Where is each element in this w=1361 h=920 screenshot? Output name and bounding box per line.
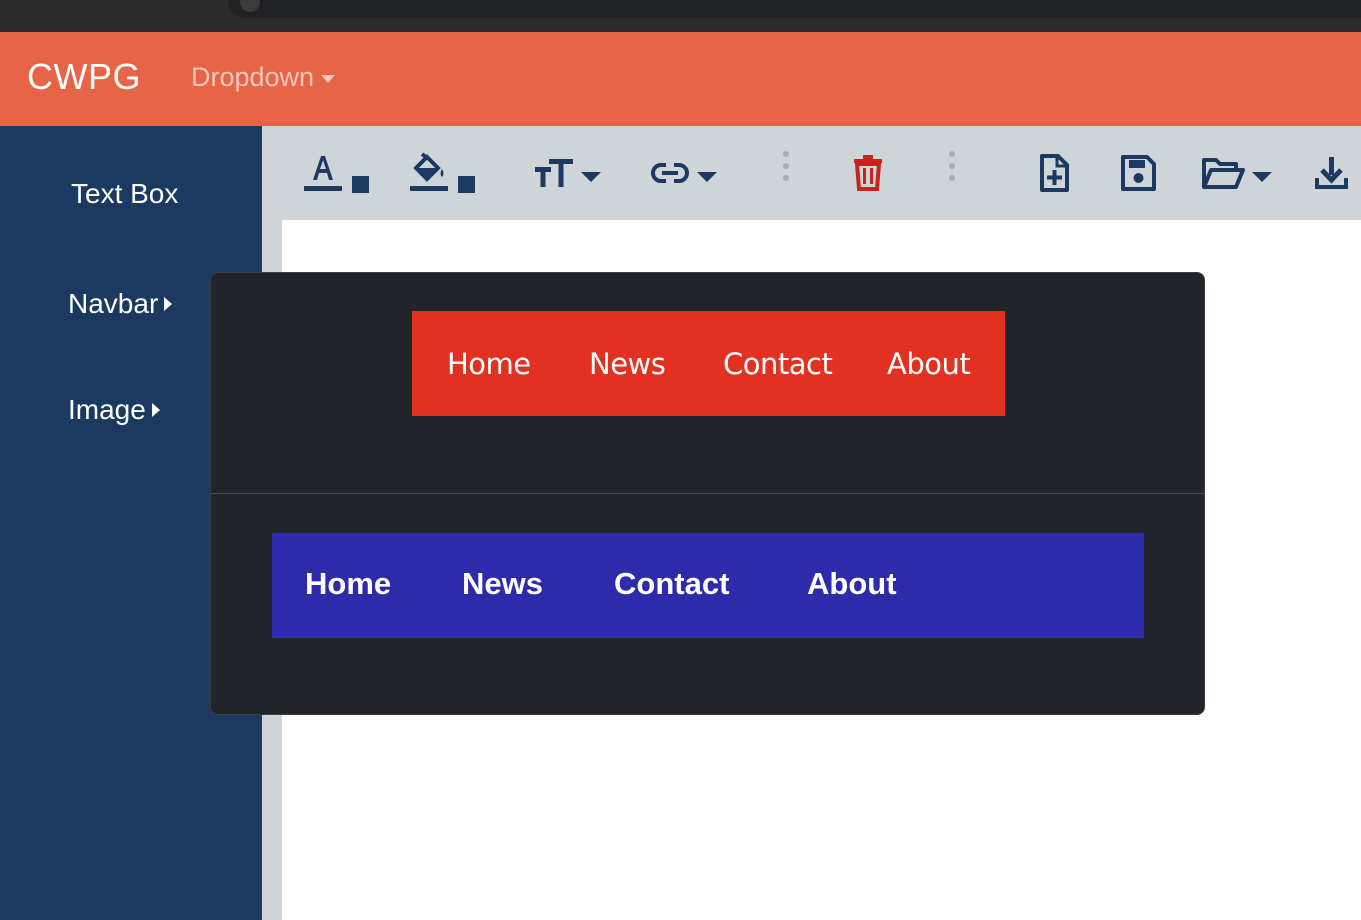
sidebar-item-label: Text Box [71, 178, 179, 209]
navbar-options-popup: Home News Contact About Home News Contac… [210, 272, 1205, 715]
open-folder-button[interactable] [1200, 146, 1272, 200]
nav-link-about: About [807, 566, 897, 601]
text-color-button[interactable] [302, 146, 369, 200]
nav-link-news: News [462, 566, 543, 601]
nav-link-home: Home [447, 347, 531, 381]
download-button[interactable] [1312, 146, 1352, 200]
caret-down-icon [1252, 172, 1272, 182]
nav-link-news: News [589, 347, 666, 381]
link-button[interactable] [649, 146, 717, 200]
save-icon [1121, 155, 1156, 191]
new-file-icon [1040, 154, 1069, 192]
color-swatch[interactable] [458, 175, 475, 193]
top-navbar: CWPG Dropdown [0, 32, 1361, 126]
open-folder-icon [1202, 158, 1245, 189]
brand-logo[interactable]: CWPG [27, 56, 141, 98]
caret-down-icon [321, 74, 336, 83]
caret-down-icon [581, 172, 601, 182]
toolbar-separator [783, 148, 789, 188]
fill-color-icon [410, 152, 448, 191]
font-size-button[interactable] [533, 146, 601, 200]
nav-link-contact: Contact [723, 347, 833, 381]
caret-right-icon [151, 403, 160, 417]
address-bar[interactable] [228, 0, 1361, 18]
navbar-option-blue[interactable]: Home News Contact About [272, 533, 1144, 638]
caret-down-icon [697, 172, 717, 182]
text-color-icon [304, 156, 342, 191]
browser-chrome [0, 0, 1361, 32]
dropdown-menu-toggle[interactable]: Dropdown [191, 62, 336, 93]
delete-icon [854, 155, 882, 191]
popup-divider [211, 493, 1204, 494]
font-size-icon [535, 159, 573, 187]
profile-icon[interactable] [240, 0, 260, 12]
link-icon [651, 163, 689, 183]
caret-right-icon [164, 297, 173, 311]
navbar-option-red[interactable]: Home News Contact About [412, 311, 1005, 416]
delete-button[interactable] [850, 146, 886, 200]
sidebar-item-label: Image [68, 394, 146, 425]
toolbar-separator [949, 148, 955, 188]
fill-color-button[interactable] [408, 146, 475, 200]
dropdown-label: Dropdown [191, 62, 315, 92]
nav-link-home: Home [305, 566, 392, 601]
sidebar-item-text-box[interactable]: Text Box [71, 178, 178, 210]
save-button[interactable] [1118, 146, 1158, 200]
nav-link-contact: Contact [614, 566, 730, 601]
new-file-button[interactable] [1036, 146, 1072, 200]
toolbar [262, 126, 1361, 220]
color-swatch[interactable] [352, 175, 369, 193]
nav-link-about: About [887, 347, 971, 381]
download-icon [1315, 157, 1348, 189]
sidebar-item-navbar[interactable]: Navbar [68, 288, 173, 320]
sidebar-item-label: Navbar [68, 288, 159, 319]
sidebar-item-image[interactable]: Image [68, 394, 160, 426]
